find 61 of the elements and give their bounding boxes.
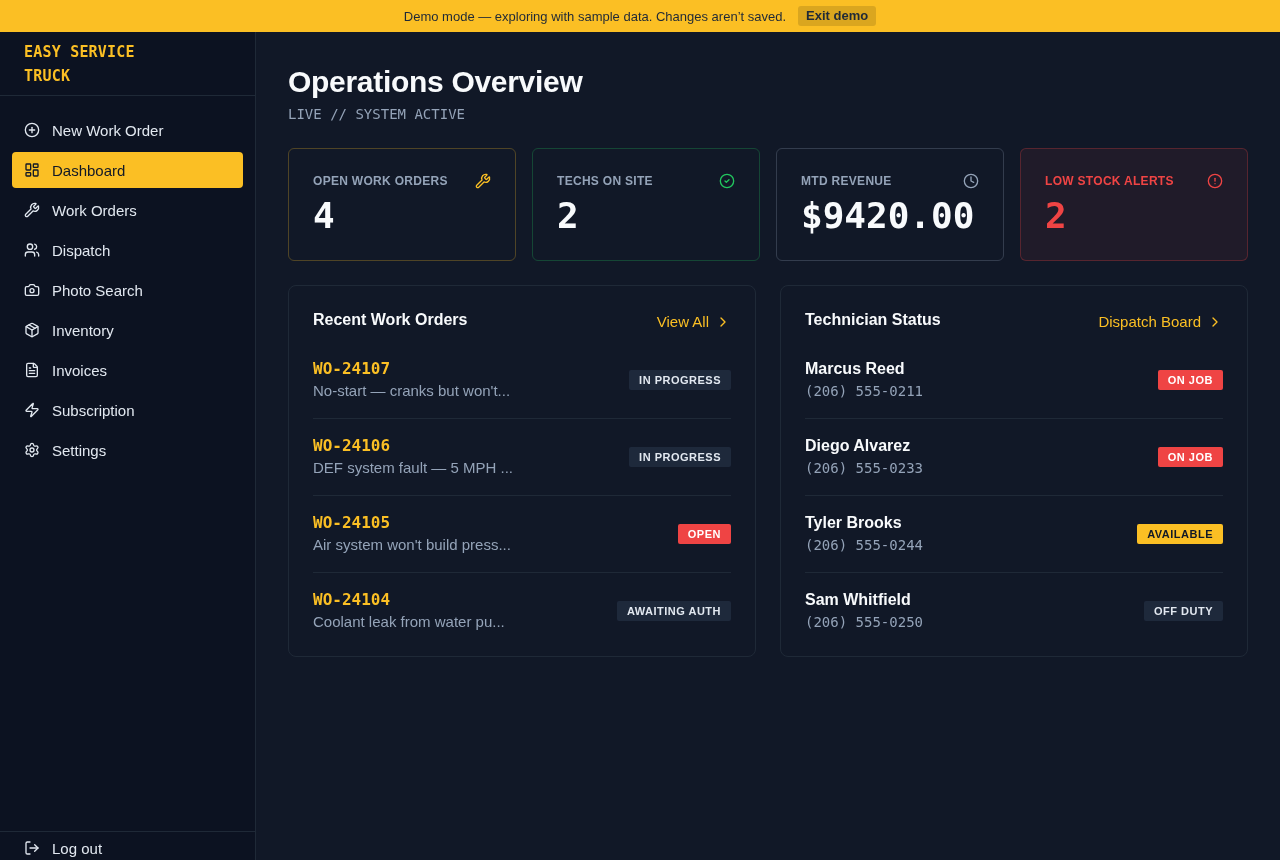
status-badge: ON JOB (1157, 370, 1223, 390)
document-icon (24, 362, 40, 378)
stat-label: LOW STOCK ALERTS (1045, 173, 1174, 189)
technician-name: Sam Whitfield (805, 590, 912, 610)
exit-demo-button[interactable]: Exit demo (798, 6, 877, 26)
brand-logo-text: EASY SERVICE TRUCK (24, 41, 136, 87)
users-icon (24, 242, 40, 258)
work-order-description: DEF system fault — 5 MPH ... (313, 458, 514, 478)
status-badge: AVAILABLE (1137, 524, 1223, 544)
page-title: Operations Overview (288, 64, 584, 100)
work-order-id: WO-24107 (313, 359, 392, 379)
work-order-description: Coolant leak from water pu... (313, 612, 505, 632)
technician-name: Marcus Reed (805, 359, 906, 379)
logout-button[interactable]: Log out (12, 836, 243, 860)
panel-title: Technician Status (805, 310, 941, 330)
status-badge: OPEN (677, 524, 731, 544)
stat-value: 2 (557, 196, 580, 236)
technician-phone: (206) 555-0244 (805, 536, 923, 555)
wrench-icon (24, 202, 40, 218)
technician-name: Diego Alvarez (805, 436, 912, 456)
status-badge: IN PROGRESS (629, 370, 731, 390)
status-badge: AWAITING AUTH (616, 601, 731, 621)
banner-message: Demo mode — exploring with sample data. Changes aren’t saved. (403, 8, 787, 24)
stat-value: $9420.00 (801, 196, 976, 236)
stat-value: 4 (313, 196, 336, 236)
nav-item[interactable]: Subscription (12, 392, 243, 428)
nav-item[interactable]: Dispatch (12, 232, 243, 268)
dashboard-icon (24, 162, 40, 178)
technician-phone: (206) 555-0250 (805, 613, 923, 632)
box-icon (24, 322, 40, 338)
technician-phone: (206) 555-0233 (805, 459, 923, 478)
page-subtitle: LIVE // SYSTEM ACTIVE (288, 105, 466, 124)
stat-label: MTD REVENUE (801, 173, 892, 189)
work-order-id: WO-24106 (313, 436, 392, 456)
camera-icon (24, 282, 40, 298)
status-badge: ON JOB (1157, 447, 1223, 467)
stat-label: TECHS ON SITE (557, 173, 653, 189)
status-badge: IN PROGRESS (629, 447, 731, 467)
nav-item[interactable]: Inventory (12, 312, 243, 348)
lightning-icon (24, 402, 40, 418)
plus-circle-icon (24, 122, 40, 138)
nav-item[interactable]: Invoices (12, 352, 243, 388)
dispatch-board-link[interactable]: Dispatch Board (1098, 312, 1223, 332)
settings-icon (24, 442, 40, 458)
stat-value: 2 (1045, 196, 1068, 236)
logout-icon (24, 840, 40, 856)
work-order-description: No-start — cranks but won't... (313, 381, 511, 401)
nav-item[interactable]: Work Orders (12, 192, 243, 228)
stat-label: OPEN WORK ORDERS (313, 173, 448, 189)
work-order-id: WO-24105 (313, 513, 392, 533)
nav-item[interactable]: Dashboard (12, 152, 243, 188)
status-badge: OFF DUTY (1144, 601, 1223, 621)
work-order-id: WO-24104 (313, 590, 392, 610)
nav-item[interactable]: Photo Search (12, 272, 243, 308)
nav-item[interactable]: Settings (12, 432, 243, 468)
panel-title: Recent Work Orders (313, 310, 468, 330)
nav-item[interactable]: New Work Order (12, 112, 243, 148)
work-order-description: Air system won't build press... (313, 535, 511, 555)
technician-phone: (206) 555-0211 (805, 382, 923, 401)
view-all-link[interactable]: View All (656, 312, 731, 332)
technician-name: Tyler Brooks (805, 513, 903, 533)
